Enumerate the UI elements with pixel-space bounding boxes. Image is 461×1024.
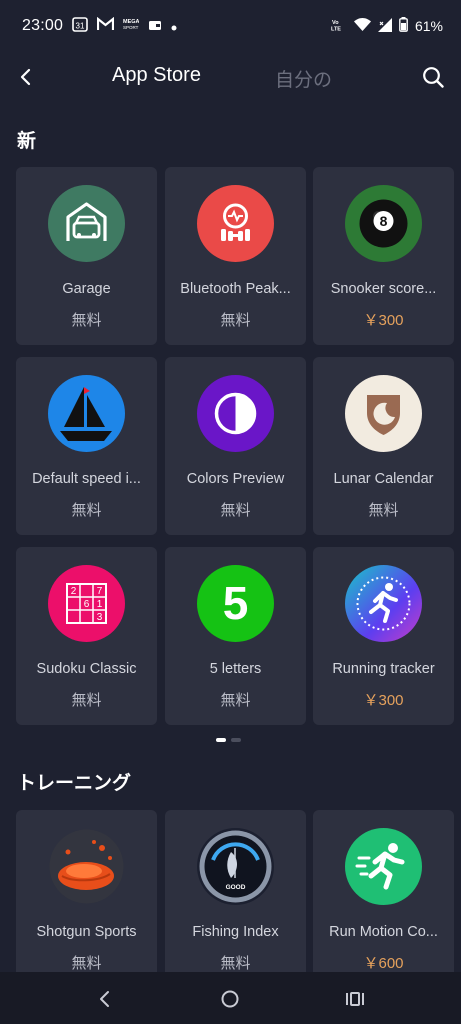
app-price: 無料 (71, 955, 102, 972)
app-name: Default speed i... (32, 471, 141, 487)
app-price: ￥600 (363, 955, 404, 972)
sailboat-icon (48, 375, 125, 452)
app-price: ￥300 (363, 312, 404, 329)
app-name: Shotgun Sports (36, 924, 137, 940)
nav-recents-icon (346, 992, 364, 1006)
back-arrow-icon (20, 68, 31, 86)
nav-back-button[interactable] (88, 982, 122, 1016)
app-name: Bluetooth Peak... (180, 281, 291, 297)
tab-mine[interactable]: 自分の (275, 65, 332, 92)
nav-home-button[interactable] (213, 982, 247, 1016)
app-price: 無料 (71, 692, 102, 709)
svg-text:3: 3 (97, 612, 103, 623)
app-name: Garage (62, 281, 111, 297)
app-name: Run Motion Co... (329, 924, 438, 940)
app-card-colors-preview[interactable]: Colors Preview 無料 (165, 357, 306, 535)
wallet-icon (148, 18, 162, 35)
app-card-sudoku-classic[interactable]: 2 7 6 1 3 Sudoku Classic 無料 (16, 547, 157, 725)
app-price: 無料 (220, 692, 251, 709)
pager-dot-active[interactable] (216, 738, 226, 742)
dot-icon (171, 18, 177, 35)
carousel-pager[interactable] (216, 738, 241, 742)
running-man-icon (345, 828, 422, 905)
app-price: 無料 (71, 312, 102, 329)
nav-home-icon (221, 990, 239, 1008)
app-name: Colors Preview (186, 471, 285, 487)
app-card-run-motion[interactable]: Run Motion Co... ￥600 (313, 810, 454, 972)
volte-icon: Vo LTE (331, 18, 347, 35)
app-price: 無料 (71, 502, 102, 519)
half-circle-icon (197, 375, 274, 452)
mega-sport-icon: MEGA SPORT (123, 17, 140, 35)
svg-text:LTE: LTE (331, 26, 341, 32)
svg-text:SPORT: SPORT (123, 25, 139, 30)
search-icon (423, 67, 444, 88)
app-name: Snooker score... (330, 281, 437, 297)
app-card-fishing-index[interactable]: GOOD Fishing Index 無料 (165, 810, 306, 972)
search-button[interactable] (416, 60, 450, 94)
app-name: Running tracker (332, 661, 435, 677)
app-header: App Store 自分の (0, 52, 461, 102)
svg-text:2: 2 (71, 586, 77, 597)
svg-text:Vo: Vo (332, 20, 339, 26)
wifi-icon (353, 18, 371, 34)
app-name: Fishing Index (192, 924, 279, 940)
pager-dot[interactable] (231, 738, 241, 742)
back-button[interactable] (10, 60, 42, 94)
garage-icon (48, 185, 125, 262)
moon-shield-icon (345, 375, 422, 452)
app-price: 無料 (368, 502, 399, 519)
fishing-gauge-icon: GOOD (197, 828, 274, 905)
app-card-5-letters[interactable]: 5 5 letters 無料 (165, 547, 306, 725)
app-price: 無料 (220, 502, 251, 519)
gmail-icon (96, 16, 115, 35)
nav-recents-button[interactable] (338, 982, 372, 1016)
app-name: 5 letters (209, 661, 262, 677)
app-price: ￥300 (363, 692, 404, 709)
status-time: 23:00 (22, 17, 64, 34)
system-nav-bar (0, 972, 461, 1024)
app-price: 無料 (220, 312, 251, 329)
svg-text:GOOD: GOOD (226, 884, 246, 891)
five-icon: 5 (197, 565, 274, 642)
section-title-training: トレーニング (17, 773, 132, 794)
runner-dial-icon (345, 565, 422, 642)
app-card-garage[interactable]: Garage 無料 (16, 167, 157, 345)
battery-percent: 61% (414, 18, 443, 34)
nav-back-icon (100, 991, 109, 1007)
svg-text:1: 1 (97, 599, 103, 610)
signal-icon (377, 17, 392, 35)
svg-text:5: 5 (223, 577, 249, 629)
battery-icon (399, 17, 408, 35)
app-name: Sudoku Classic (36, 661, 137, 677)
calendar-icon: 31 (72, 16, 88, 36)
app-card-default-speed[interactable]: Default speed i... 無料 (16, 357, 157, 535)
app-card-snooker-score[interactable]: 8 Snooker score... ￥300 (313, 167, 454, 345)
eight-ball-icon: 8 (345, 185, 422, 262)
section-title-new: 新 (17, 131, 37, 152)
app-card-bluetooth-peak[interactable]: Bluetooth Peak... 無料 (165, 167, 306, 345)
app-card-running-tracker[interactable]: Running tracker ￥300 (313, 547, 454, 725)
svg-text:8: 8 (380, 213, 388, 229)
app-card-lunar-calendar[interactable]: Lunar Calendar 無料 (313, 357, 454, 535)
clay-target-icon (48, 828, 125, 905)
svg-text:31: 31 (76, 22, 85, 31)
svg-text:6: 6 (84, 599, 90, 610)
sudoku-grid-icon: 2 7 6 1 3 (48, 565, 125, 642)
svg-text:7: 7 (97, 586, 103, 597)
app-card-shotgun-sports[interactable]: Shotgun Sports 無料 (16, 810, 157, 972)
status-bar: 23:00 31 MEGA SPORT Vo LTE 61% (0, 0, 461, 52)
tab-app-store[interactable]: App Store (112, 64, 201, 87)
app-name: Lunar Calendar (333, 471, 434, 487)
app-price: 無料 (220, 955, 251, 972)
bluetooth-peak-icon (197, 185, 274, 262)
